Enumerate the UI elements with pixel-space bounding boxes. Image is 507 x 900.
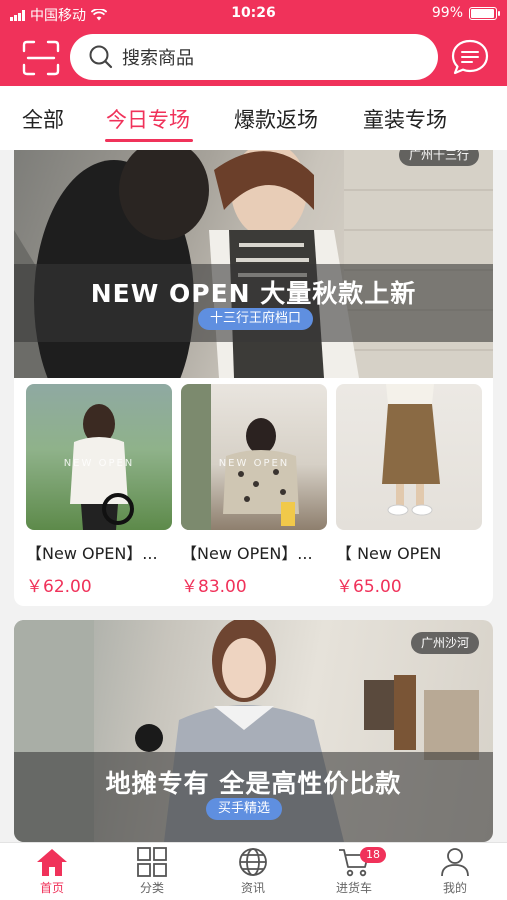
- location-tag: 广州沙河: [410, 632, 479, 654]
- status-bar: 中国移动 10:26 99%: [0, 0, 507, 28]
- feed-card: NEW OPEN 大量秋款上新 十三行王府档口 广州十三行 NEW OPEN 【…: [14, 150, 493, 606]
- tabbar-label: 分类: [139, 881, 164, 895]
- message-icon[interactable]: [450, 38, 490, 78]
- battery-percent: 99%: [431, 5, 463, 21]
- promo-banner[interactable]: 地摊专有 全是高性价比款 买手精选 广州沙河: [14, 620, 493, 842]
- feed-card: 地摊专有 全是高性价比款 买手精选 广州沙河: [14, 620, 493, 842]
- category-tabs: 全部 今日专场 爆款返场 童装专场: [0, 86, 507, 150]
- tabbar-cart[interactable]: 18 进货车: [314, 847, 394, 896]
- tabbar-label: 首页: [39, 881, 64, 895]
- banner-title: 地摊专有 全是高性价比款: [105, 769, 402, 798]
- tabbar-category[interactable]: 分类: [112, 847, 192, 896]
- user-icon: [441, 848, 469, 877]
- banner-title: NEW OPEN 大量秋款上新: [90, 279, 417, 308]
- search-icon: [89, 45, 113, 69]
- scan-icon[interactable]: [22, 40, 60, 76]
- tabbar-profile[interactable]: 我的: [415, 847, 495, 896]
- product-name: 【New OPEN】...: [181, 544, 313, 563]
- product-name: 【New OPEN】...: [26, 544, 158, 563]
- tabbar-label: 进货车: [335, 881, 372, 895]
- battery-icon: [469, 6, 500, 20]
- tab-hot-return[interactable]: 爆款返场: [234, 104, 318, 134]
- tabbar-news[interactable]: 资讯: [213, 847, 293, 896]
- tabbar-home[interactable]: 首页: [12, 847, 92, 896]
- cart-count-badge: 18: [360, 847, 386, 863]
- promo-banner[interactable]: NEW OPEN 大量秋款上新 十三行王府档口 广州十三行: [14, 150, 493, 378]
- product-card[interactable]: NEW OPEN 【New OPEN】... ￥62.00: [26, 384, 172, 597]
- search-placeholder: 搜索商品: [122, 48, 194, 69]
- tab-today-special[interactable]: 今日专场: [106, 104, 190, 134]
- active-tab-indicator: [105, 139, 193, 142]
- thumb-caption: NEW OPEN: [218, 458, 290, 469]
- tabbar-label: 资讯: [240, 881, 265, 895]
- product-image: NEW OPEN: [26, 384, 172, 530]
- product-card[interactable]: NEW OPEN 【New OPEN】... ￥83.00: [181, 384, 327, 597]
- search-input[interactable]: 搜索商品: [70, 34, 438, 80]
- globe-icon: [239, 848, 267, 876]
- banner-tag: 买手精选: [206, 798, 283, 820]
- location-tag: 广州十三行: [398, 150, 479, 166]
- banner-tag: 十三行王府档口: [198, 308, 314, 330]
- tab-kids-special[interactable]: 童装专场: [363, 104, 447, 134]
- product-card[interactable]: 【 New OPEN ￥65.00: [336, 384, 482, 597]
- thumb-caption: NEW OPEN: [63, 458, 135, 469]
- tab-all[interactable]: 全部: [22, 104, 64, 134]
- product-image: [336, 384, 482, 530]
- category-grid-icon: [137, 847, 167, 877]
- product-price: ￥83.00: [181, 577, 247, 597]
- product-image: NEW OPEN: [181, 384, 327, 530]
- top-bar: 搜索商品: [0, 28, 507, 86]
- bottom-tab-bar: 首页 分类 资讯 18 进货车 我的: [0, 842, 507, 900]
- home-icon: [37, 849, 67, 876]
- status-right: 99%: [431, 5, 500, 21]
- product-price: ￥62.00: [26, 577, 92, 597]
- product-name: 【 New OPEN: [336, 544, 442, 563]
- product-price: ￥65.00: [336, 577, 402, 597]
- tabbar-label: 我的: [442, 881, 467, 895]
